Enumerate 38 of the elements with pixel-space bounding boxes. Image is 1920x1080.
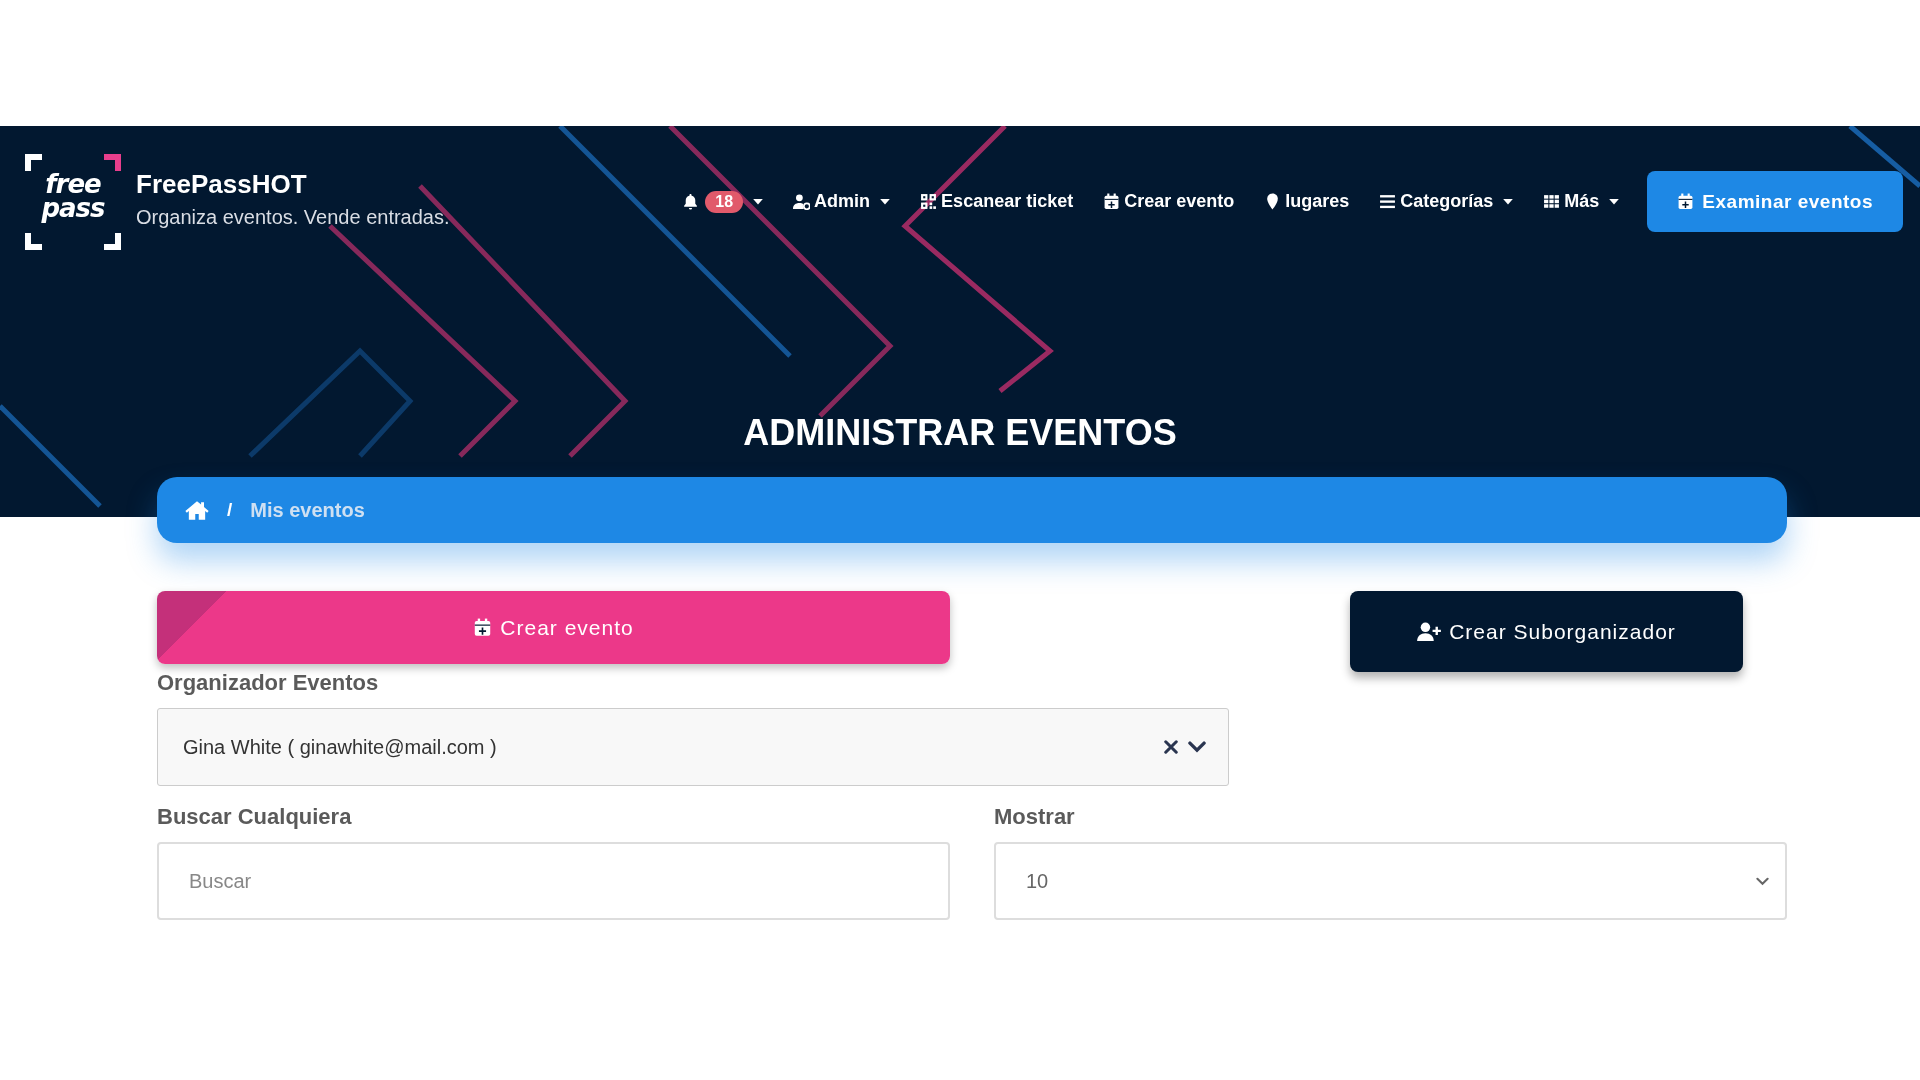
browse-events-button[interactable]: Examinar eventos [1647,171,1903,232]
page-title: ADMINISTRAR EVENTOS [742,411,1178,455]
bell-icon [682,193,700,210]
nav-link[interactable]: lugares [1264,191,1350,212]
nav-link[interactable]: Categorías [1379,191,1514,212]
qr-code-icon [920,193,938,210]
logo[interactable]: free pass [25,153,121,250]
notification-badge: 18 [705,190,744,213]
search-field[interactable]: Buscar [157,842,950,920]
clear-icon [1164,740,1178,754]
create-event-button[interactable]: Crear evento [157,591,950,664]
create-suborganizer-button[interactable]: Crear Suborganizador [1350,591,1743,672]
site-tagline: Organiza eventos. Vende entradas. [136,205,450,229]
user-gear-icon [793,193,811,210]
field-label: Organizador Eventos [157,670,380,696]
calendar-plus-icon [473,618,493,637]
nav-link[interactable]: Más [1543,191,1620,212]
home-icon [185,499,209,521]
logo-frame-icon [25,153,121,250]
organizer-select[interactable]: Gina White ( ginawhite@mail.com ) [157,708,1229,786]
chevron-down-icon [1756,876,1769,886]
menu-icon [1379,193,1397,210]
chevron-down-icon [1188,741,1206,753]
logo-word: free [45,171,101,196]
nav-link[interactable]: Admin [793,191,891,212]
breadcrumb-separator: / [227,499,233,521]
nav-link[interactable]: Escanear ticket [920,191,1074,212]
field-label: Mostrar [994,804,1076,830]
grid-icon [1543,193,1561,210]
nav-link[interactable]: Crear evento [1103,191,1235,212]
page-size-select[interactable]: 10 [994,842,1787,920]
site-name: FreePassHOT [136,168,308,200]
calendar-icon [1677,193,1695,210]
field-label: Buscar Cualquiera [157,804,353,830]
user-plus-icon [1417,622,1442,641]
nav-link[interactable]: 18 [682,190,764,213]
calendar-plus-icon [1103,193,1121,210]
home-link[interactable] [185,499,209,521]
